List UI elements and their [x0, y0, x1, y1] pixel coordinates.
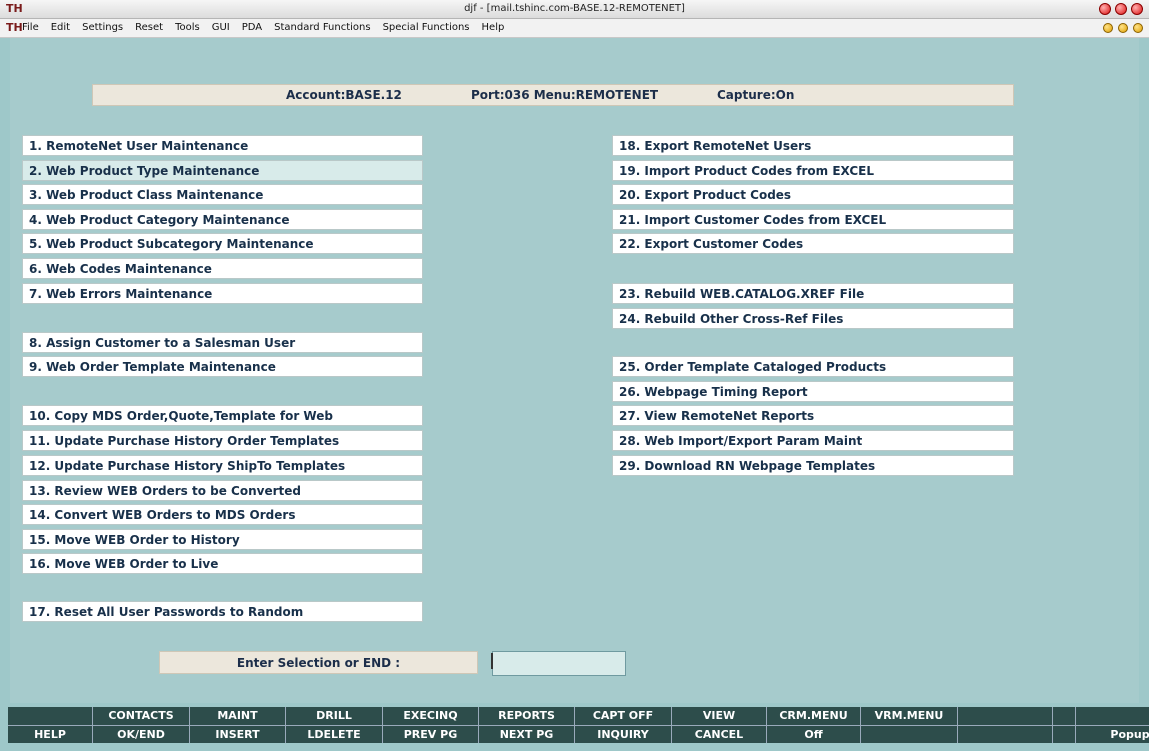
capture-label: Capture:On: [717, 88, 795, 102]
function-key-bar: CONTACTS MAINT DRILL EXECINQ REPORTS CAP…: [8, 707, 1149, 743]
menu-option-14[interactable]: 14. Convert WEB Orders to MDS Orders: [22, 504, 423, 525]
window-title: djf - [mail.tshinc.com-BASE.12-REMOTENET…: [464, 3, 685, 14]
fkey-bottom-10[interactable]: [861, 725, 958, 743]
session-maximize-icon[interactable]: [1118, 23, 1128, 33]
menu-option-9[interactable]: 9. Web Order Template Maintenance: [22, 356, 423, 377]
menu-option-15[interactable]: 15. Move WEB Order to History: [22, 529, 423, 550]
fkey-help[interactable]: HELP: [8, 725, 93, 743]
fkey-top-12[interactable]: [1053, 707, 1076, 725]
menu-option-5[interactable]: 5. Web Product Subcategory Maintenance: [22, 233, 423, 254]
menu-option-12[interactable]: 12. Update Purchase History ShipTo Templ…: [22, 455, 423, 476]
menu-option-27[interactable]: 27. View RemoteNet Reports: [612, 405, 1014, 426]
menu-option-28[interactable]: 28. Web Import/Export Param Maint: [612, 430, 1014, 451]
function-key-row-bottom: HELP OK/END INSERT LDELETE PREV PG NEXT …: [8, 725, 1149, 743]
fkey-insert[interactable]: INSERT: [190, 725, 286, 743]
text-cursor: [491, 653, 493, 669]
menu-option-13[interactable]: 13. Review WEB Orders to be Converted: [22, 480, 423, 501]
menu-option-4[interactable]: 4. Web Product Category Maintenance: [22, 209, 423, 230]
menu-option-6[interactable]: 6. Web Codes Maintenance: [22, 258, 423, 279]
menu-option-17[interactable]: 17. Reset All User Passwords to Random: [22, 601, 423, 622]
menu-tools[interactable]: Tools: [175, 22, 200, 33]
menu-special-functions[interactable]: Special Functions: [383, 22, 470, 33]
fkey-execinq[interactable]: EXECINQ: [383, 707, 479, 725]
fkey-top-1[interactable]: [8, 707, 93, 725]
menu-pda[interactable]: PDA: [242, 22, 262, 33]
fkey-bottom-12[interactable]: [1053, 725, 1076, 743]
fkey-contacts[interactable]: CONTACTS: [93, 707, 190, 725]
maximize-icon[interactable]: [1115, 3, 1127, 15]
menu-gui[interactable]: GUI: [212, 22, 230, 33]
menu-option-8[interactable]: 8. Assign Customer to a Salesman User: [22, 332, 423, 353]
menu-option-24[interactable]: 24. Rebuild Other Cross-Ref Files: [612, 308, 1014, 329]
fkey-crm-menu[interactable]: CRM.MENU: [767, 707, 861, 725]
menu-option-23[interactable]: 23. Rebuild WEB.CATALOG.XREF File: [612, 283, 1014, 304]
menu-help[interactable]: Help: [482, 22, 505, 33]
menu-option-25[interactable]: 25. Order Template Cataloged Products: [612, 356, 1014, 377]
function-key-row-top: CONTACTS MAINT DRILL EXECINQ REPORTS CAP…: [8, 707, 1149, 725]
session-close-icon[interactable]: [1133, 23, 1143, 33]
menu-option-21[interactable]: 21. Import Customer Codes from EXCEL: [612, 209, 1014, 230]
fkey-view[interactable]: VIEW: [672, 707, 767, 725]
menu-option-22[interactable]: 22. Export Customer Codes: [612, 233, 1014, 254]
menu-option-3[interactable]: 3. Web Product Class Maintenance: [22, 184, 423, 205]
fkey-ok-end[interactable]: OK/END: [93, 725, 190, 743]
session-minimize-icon[interactable]: [1103, 23, 1113, 33]
menu-option-2[interactable]: 2. Web Product Type Maintenance: [22, 160, 423, 181]
menu-option-29[interactable]: 29. Download RN Webpage Templates: [612, 455, 1014, 476]
menu-bar: TH File Edit Settings Reset Tools GUI PD…: [0, 19, 1149, 38]
minimize-icon[interactable]: [1099, 3, 1111, 15]
fkey-top-13[interactable]: [1076, 707, 1149, 725]
selection-prompt-label: Enter Selection or END :: [159, 651, 478, 674]
menu-standard-functions[interactable]: Standard Functions: [274, 22, 370, 33]
menu-option-10[interactable]: 10. Copy MDS Order,Quote,Template for We…: [22, 405, 423, 426]
fkey-capt-off[interactable]: CAPT OFF: [575, 707, 672, 725]
selection-input[interactable]: [492, 651, 626, 676]
fkey-cancel[interactable]: CANCEL: [672, 725, 767, 743]
menu-settings[interactable]: Settings: [82, 22, 123, 33]
fkey-top-11[interactable]: [958, 707, 1053, 725]
menu-edit[interactable]: Edit: [51, 22, 70, 33]
menu-file[interactable]: File: [22, 22, 39, 33]
menu-option-26[interactable]: 26. Webpage Timing Report: [612, 381, 1014, 402]
fkey-next-pg[interactable]: NEXT PG: [479, 725, 575, 743]
close-icon[interactable]: [1131, 3, 1143, 15]
fkey-bottom-11[interactable]: [958, 725, 1053, 743]
fkey-popup[interactable]: Popup: [1076, 725, 1149, 743]
fkey-inquiry[interactable]: INQUIRY: [575, 725, 672, 743]
window-controls: [1099, 3, 1143, 15]
menu-option-19[interactable]: 19. Import Product Codes from EXCEL: [612, 160, 1014, 181]
menu-option-7[interactable]: 7. Web Errors Maintenance: [22, 283, 423, 304]
session-controls: [1103, 23, 1143, 33]
fkey-off[interactable]: Off: [767, 725, 861, 743]
app-menu-icon[interactable]: TH: [6, 21, 23, 34]
fkey-reports[interactable]: REPORTS: [479, 707, 575, 725]
menu-reset[interactable]: Reset: [135, 22, 163, 33]
menu-option-11[interactable]: 11. Update Purchase History Order Templa…: [22, 430, 423, 451]
menu-list: File Edit Settings Reset Tools GUI PDA S…: [22, 22, 504, 33]
fkey-vrm-menu[interactable]: VRM.MENU: [861, 707, 958, 725]
menu-option-16[interactable]: 16. Move WEB Order to Live: [22, 553, 423, 574]
fkey-maint[interactable]: MAINT: [190, 707, 286, 725]
fkey-drill[interactable]: DRILL: [286, 707, 383, 725]
account-label: Account:BASE.12: [286, 88, 402, 102]
menu-option-20[interactable]: 20. Export Product Codes: [612, 184, 1014, 205]
port-menu-label: Port:036 Menu:REMOTENET: [471, 88, 659, 102]
window-titlebar: TH djf - [mail.tshinc.com-BASE.12-REMOTE…: [0, 0, 1149, 19]
menu-option-18[interactable]: 18. Export RemoteNet Users: [612, 135, 1014, 156]
fkey-ldelete[interactable]: LDELETE: [286, 725, 383, 743]
status-header: Account:BASE.12 Port:036 Menu:REMOTENET …: [92, 84, 1014, 106]
fkey-prev-pg[interactable]: PREV PG: [383, 725, 479, 743]
menu-option-1[interactable]: 1. RemoteNet User Maintenance: [22, 135, 423, 156]
